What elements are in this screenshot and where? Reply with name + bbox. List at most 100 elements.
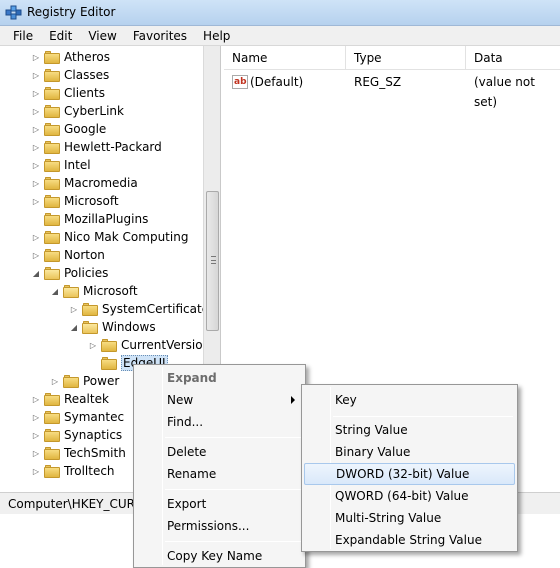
submenu-arrow-icon (291, 396, 295, 404)
context-menu-find[interactable]: Find... (136, 411, 303, 433)
menu-bar: File Edit View Favorites Help (0, 26, 560, 46)
scrollbar-thumb[interactable] (206, 191, 219, 331)
folder-icon (44, 158, 60, 172)
folder-icon (44, 122, 60, 136)
context-menu-separator (165, 437, 301, 438)
expand-arrow-icon[interactable]: ▷ (31, 160, 41, 170)
folder-icon (101, 338, 117, 352)
expand-arrow-icon[interactable]: ▷ (31, 106, 41, 116)
tree-item-label: Classes (64, 68, 110, 82)
expand-arrow-icon[interactable]: ▷ (31, 394, 41, 404)
tree-item[interactable]: ▷ Google (31, 120, 106, 138)
tree-item[interactable]: ▷ Symantec (31, 408, 124, 426)
tree-item-label: Hewlett-Packard (64, 140, 162, 154)
tree-item[interactable]: ▷ Hewlett-Packard (31, 138, 162, 156)
tree-item-label: Nico Mak Computing (64, 230, 189, 244)
menu-help[interactable]: Help (195, 26, 238, 46)
context-menu-rename[interactable]: Rename (136, 463, 303, 485)
context-menu-new[interactable]: New (136, 389, 303, 411)
expand-arrow-icon[interactable]: ▷ (31, 196, 41, 206)
expand-arrow-icon[interactable]: ▷ (31, 70, 41, 80)
tree-item[interactable]: ▷ TechSmith (31, 444, 126, 462)
new-submenu: Key String Value Binary Value DWORD (32-… (301, 384, 518, 552)
new-dword-value[interactable]: DWORD (32-bit) Value (304, 463, 515, 485)
tree-item[interactable]: ▷ Microsoft (31, 192, 119, 210)
new-key[interactable]: Key (304, 389, 515, 411)
menu-file[interactable]: File (5, 26, 41, 46)
expand-arrow-icon[interactable]: ▷ (31, 250, 41, 260)
context-menu-delete[interactable]: Delete (136, 441, 303, 463)
tree-item[interactable]: ▷ Intel (31, 156, 91, 174)
tree-item[interactable]: ▷ SystemCertificates (69, 300, 215, 318)
tree-item-label: Macromedia (64, 176, 138, 190)
expand-arrow-icon[interactable]: ▷ (31, 124, 41, 134)
value-type: REG_SZ (354, 75, 402, 89)
menu-edit[interactable]: Edit (41, 26, 80, 46)
registry-editor-icon (5, 5, 22, 20)
window-title: Registry Editor (27, 5, 116, 19)
collapse-arrow-icon[interactable]: ◢ (50, 286, 60, 296)
tree-item[interactable]: ▷ Atheros (31, 48, 110, 66)
tree-item-label: Atheros (64, 50, 110, 64)
menu-view[interactable]: View (80, 26, 124, 46)
expand-arrow-icon[interactable]: ▷ (69, 304, 79, 314)
folder-icon (44, 248, 60, 262)
expand-arrow-icon[interactable]: ▷ (31, 142, 41, 152)
title-bar[interactable]: Registry Editor (0, 0, 560, 26)
context-menu-copy-key-name[interactable]: Copy Key Name (136, 545, 303, 567)
column-header-data[interactable]: Data (466, 46, 560, 70)
tree-item[interactable]: ▷ Realtek (31, 390, 109, 408)
open-folder-icon (82, 320, 98, 334)
tree-item[interactable]: ▷ CurrentVersion (88, 336, 210, 354)
context-menu-expand[interactable]: Expand (136, 367, 303, 389)
tree-item-label: Microsoft (83, 284, 138, 298)
tree-item[interactable]: ▷ Macromedia (31, 174, 138, 192)
new-string-value[interactable]: String Value (304, 419, 515, 441)
value-data: (value not set) (474, 75, 535, 109)
tree-item[interactable]: ▷ Synaptics (31, 426, 122, 444)
column-header-name[interactable]: Name (224, 46, 346, 70)
folder-icon (44, 392, 60, 406)
expand-arrow-icon[interactable]: ▷ (31, 430, 41, 440)
folder-icon (44, 140, 60, 154)
tree-item[interactable]: ▷ Nico Mak Computing (31, 228, 189, 246)
expand-arrow-icon[interactable]: ▷ (31, 88, 41, 98)
tree-item[interactable]: ▷ Trolltech (31, 462, 115, 480)
new-qword-value[interactable]: QWORD (64-bit) Value (304, 485, 515, 507)
tree-item[interactable]: ▷ Norton (31, 246, 105, 264)
tree-item[interactable]: ◢ Policies (31, 264, 108, 282)
expand-arrow-icon[interactable]: ▷ (31, 412, 41, 422)
value-name: (Default) (250, 75, 304, 89)
tree-item[interactable]: MozillaPlugins (31, 210, 148, 228)
new-multi-string-value[interactable]: Multi-String Value (304, 507, 515, 529)
folder-icon (44, 194, 60, 208)
folder-icon (44, 68, 60, 82)
menu-favorites[interactable]: Favorites (125, 26, 195, 46)
expand-arrow-icon[interactable]: ▷ (88, 340, 98, 350)
collapse-arrow-icon[interactable]: ◢ (69, 322, 79, 332)
expand-arrow-icon[interactable]: ▷ (50, 376, 60, 386)
expand-arrow-icon[interactable]: ▷ (31, 178, 41, 188)
tree-item-label: Policies (64, 266, 109, 280)
expand-arrow-icon[interactable]: ▷ (31, 52, 41, 62)
context-menu-permissions[interactable]: Permissions... (136, 515, 303, 537)
tree-item[interactable]: ▷ CyberLink (31, 102, 124, 120)
new-expandable-string-value[interactable]: Expandable String Value (304, 529, 515, 551)
tree-item[interactable]: ◢ Windows (69, 318, 156, 336)
new-binary-value[interactable]: Binary Value (304, 441, 515, 463)
expand-arrow-icon[interactable]: ▷ (31, 232, 41, 242)
folder-icon (44, 230, 60, 244)
tree-item[interactable]: ▷ Power (50, 372, 119, 390)
collapse-arrow-icon[interactable]: ◢ (31, 268, 41, 278)
tree-item[interactable]: ◢ Microsoft (50, 282, 138, 300)
expand-arrow-icon[interactable]: ▷ (31, 448, 41, 458)
folder-icon (44, 104, 60, 118)
tree-item[interactable]: ▷ Classes (31, 66, 109, 84)
expand-arrow-icon[interactable]: ▷ (31, 466, 41, 476)
column-header-type[interactable]: Type (346, 46, 466, 70)
context-menu-export[interactable]: Export (136, 493, 303, 515)
tree-item[interactable]: ▷ Clients (31, 84, 105, 102)
tree-item-label: Power (83, 374, 120, 388)
value-row[interactable]: ab (Default) REG_SZ (value not set) (224, 72, 560, 109)
